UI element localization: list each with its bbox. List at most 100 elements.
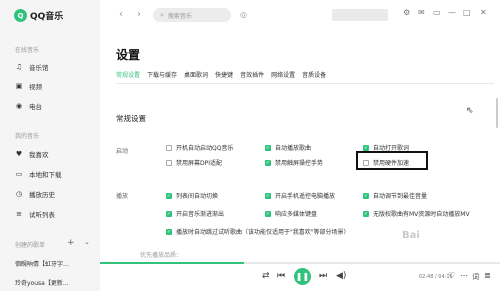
chevron-down-icon[interactable]: ⌄ <box>84 238 90 246</box>
page-title: 设置 <box>116 48 141 62</box>
option-media-keys[interactable]: ✓ 响应多媒体键盘 <box>265 209 317 218</box>
tab-network[interactable]: 网络设置 <box>271 70 295 84</box>
option-label: 自动播放歌曲 <box>275 145 312 152</box>
app-name: QQ音乐 <box>30 12 64 22</box>
settings-icon[interactable]: ⚙ <box>403 8 410 17</box>
checkbox-checked[interactable]: ✓ <box>363 192 369 199</box>
scrollbar[interactable] <box>496 98 498 128</box>
sidebar-item-label: 播放历史 <box>29 191 55 199</box>
checkbox-checked[interactable]: ✓ <box>166 210 172 217</box>
sidebar-item-radio[interactable]: ◉ 电台 <box>15 100 42 112</box>
sidebar-item-label: 视频 <box>29 83 42 91</box>
like-icon[interactable]: ♡ <box>448 271 455 280</box>
search-placeholder: 搜索音乐 <box>167 12 192 20</box>
checkbox-checked[interactable]: ✓ <box>265 159 271 166</box>
add-playlist-icon[interactable]: + <box>67 238 75 248</box>
heart-icon: ♥ <box>15 150 23 158</box>
watermark: Bai <box>402 230 420 241</box>
close-icon[interactable]: ✕ <box>480 8 487 17</box>
sidebar-item-video[interactable]: ▣ 视频 <box>15 80 42 92</box>
checkbox-checked[interactable]: ✓ <box>265 192 271 199</box>
list-icon: ≡ <box>16 210 22 218</box>
lyrics-icon[interactable]: 词 <box>472 272 479 282</box>
volume-icon[interactable]: ◀) <box>336 271 346 281</box>
video-icon: ▣ <box>15 82 23 90</box>
app-logo[interactable]: Q QQ音乐 <box>14 9 63 22</box>
option-label: 响应多媒体键盘 <box>275 211 318 218</box>
music-note-icon: ♫ <box>15 63 23 71</box>
tab-hotkeys[interactable]: 快捷键 <box>215 70 233 84</box>
sidebar: Q QQ音乐 在线音乐 ♫ 音乐馆 ▣ 视频 ◉ 电台 我的音乐 ♥ 我喜欢 ▭… <box>0 0 100 291</box>
row-label-startup: 启动 <box>116 148 129 155</box>
tab-desktop-lyrics[interactable]: 桌面歌词 <box>184 70 208 84</box>
tab-audio-plugins[interactable]: 音效插件 <box>240 70 264 84</box>
voice-search-icon[interactable]: ◎ <box>240 10 247 19</box>
pause-button[interactable]: ❚❚ <box>294 268 311 285</box>
minimize-icon[interactable]: — <box>448 8 456 17</box>
tab-general[interactable]: 常规设置 <box>116 70 141 84</box>
checkbox-checked[interactable]: ✓ <box>265 210 271 217</box>
playlist-item[interactable]: 玲奇yousa【更新... <box>15 276 69 288</box>
settings-tabs: 常规设置 下载与缓存 桌面歌词 快捷键 音效插件 网络设置 音质设备 <box>116 70 333 84</box>
shuffle-icon[interactable]: ⇄ <box>262 271 270 281</box>
mouse-cursor-icon: ⇖ <box>466 106 474 116</box>
option-fade[interactable]: ✓ 开启音乐渐进渐出 <box>166 209 224 218</box>
option-autoplay[interactable]: ✓ 自动播放歌曲 <box>265 143 311 152</box>
sidebar-item-favorites[interactable]: ♥ 我喜欢 <box>15 148 49 160</box>
option-label: 播放时自动跳过试听歌曲（该功能仅适用于"我喜欢"等部分场景） <box>176 229 350 236</box>
option-skip-trial[interactable]: ✓ 播放时自动跳过试听歌曲（该功能仅适用于"我喜欢"等部分场景） <box>166 227 350 236</box>
mail-icon[interactable]: ✉ <box>418 8 425 17</box>
option-label: 开启音乐渐进渐出 <box>176 211 225 218</box>
option-label: 禁用触屏操控手势 <box>275 160 324 167</box>
option-label: 列表间自动切换 <box>176 193 219 200</box>
checkbox-checked[interactable]: ✓ <box>363 144 369 151</box>
option-autostart[interactable]: 开机自动启动QQ音乐 <box>166 143 233 152</box>
option-label: 开机自动启动QQ音乐 <box>176 145 234 152</box>
more-icon[interactable]: ⋯ <box>460 271 468 280</box>
tab-divider <box>116 83 494 84</box>
progress-fill <box>100 262 244 264</box>
search-input[interactable]: ⌕ 搜索音乐 <box>153 8 231 22</box>
tab-audio-device[interactable]: 音质设备 <box>302 70 326 84</box>
checkbox[interactable] <box>166 144 172 151</box>
section-heading: 常规设置 <box>116 114 146 123</box>
sidebar-item-local[interactable]: ▭ 本地和下载 <box>15 168 62 180</box>
maximize-icon[interactable]: □ <box>463 8 471 17</box>
tab-download[interactable]: 下载与缓存 <box>147 70 177 84</box>
section-title-online: 在线音乐 <box>15 47 40 54</box>
option-auto-volume[interactable]: ✓ 自动调节到最佳音量 <box>363 191 427 200</box>
quality-label: 优先播放品质： <box>140 252 183 259</box>
checkbox-checked[interactable]: ✓ <box>166 192 172 199</box>
sidebar-item-history[interactable]: ◷ 播放历史 <box>15 188 55 200</box>
playlist-item[interactable]: 徊睍晌倩【虹牙字... <box>15 257 69 269</box>
checkbox[interactable] <box>166 159 172 166</box>
playlist-icon[interactable]: ≣ <box>484 271 491 280</box>
history-icon: ◷ <box>15 190 23 198</box>
sidebar-item-label: 我喜欢 <box>29 151 49 159</box>
option-auto-mv[interactable]: ✓ 无版权歌曲有MV资源时自动播放MV <box>363 209 470 218</box>
sidebar-item-trial-list[interactable]: ≡ 试听列表 <box>15 208 55 220</box>
radio-icon: ◉ <box>15 102 23 110</box>
back-icon[interactable]: ‹ <box>119 9 123 20</box>
sidebar-item-label: 试听列表 <box>29 211 55 219</box>
sidebar-item-label: 电台 <box>29 103 42 111</box>
section-title-created: 创建的歌单 <box>15 242 46 249</box>
option-list-switch[interactable]: ✓ 列表间自动切换 <box>166 191 218 200</box>
qq-music-logo-icon: Q <box>14 9 27 22</box>
next-icon[interactable]: ⏭ <box>319 271 327 281</box>
checkbox-checked[interactable]: ✓ <box>363 210 369 217</box>
sidebar-item-music-hall[interactable]: ♫ 音乐馆 <box>15 61 49 73</box>
sidebar-item-label: 本地和下载 <box>29 171 62 179</box>
row-label-play: 播放 <box>116 193 129 200</box>
sidebar-item-label: 音乐馆 <box>29 64 49 72</box>
option-phone-remote[interactable]: ✓ 开启手机遥控电脑播放 <box>265 191 335 200</box>
previous-icon[interactable]: ⏮ <box>277 271 285 281</box>
forward-icon[interactable]: › <box>137 9 141 20</box>
user-info[interactable] <box>332 9 388 21</box>
checkbox-checked[interactable]: ✓ <box>166 228 172 235</box>
top-bar: ‹ › ⌕ 搜索音乐 ◎ ⚙ ✉ ▭ — □ ✕ <box>100 0 500 34</box>
checkbox-checked[interactable]: ✓ <box>265 144 271 151</box>
mini-mode-icon[interactable]: ▭ <box>433 8 441 17</box>
option-disable-touch[interactable]: ✓ 禁用触屏操控手势 <box>265 158 323 167</box>
option-disable-dpi[interactable]: 禁用屏幕DPI适配 <box>166 158 222 167</box>
